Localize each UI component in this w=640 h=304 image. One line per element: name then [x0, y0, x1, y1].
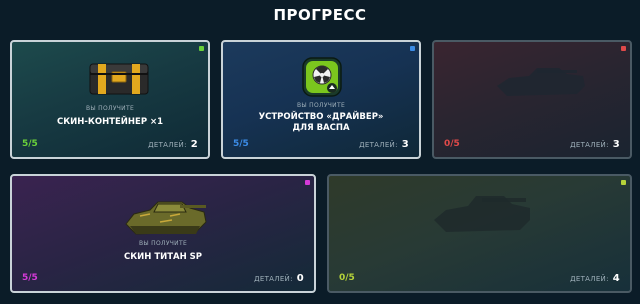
page-title: ПРОГРЕСС: [273, 6, 367, 24]
tank-silhouette-icon: [434, 196, 530, 232]
reward-name: УСТРОЙСТВО «ДРАЙВЕР» ДЛЯ ВАСПА: [258, 112, 384, 133]
receive-label: ВЫ ПОЛУЧИТЕ: [138, 240, 188, 247]
parts-count: ДЕТАЛЕЙ: 2: [148, 139, 198, 150]
status-dot: [199, 46, 204, 51]
driver-device-icon: [302, 57, 342, 97]
reward-name: СКИН-КОНТЕЙНЕР ×1: [56, 117, 164, 127]
progress-card-skin-container[interactable]: ВЫ ПОЛУЧИТЕ СКИН-КОНТЕЙНЕР ×1 5/5 ДЕТАЛЕ…: [10, 40, 210, 159]
progress-counter: 5/5: [22, 273, 38, 283]
progress-card-locked-tank[interactable]: 0/5 ДЕТАЛЕЙ: 3: [432, 40, 632, 159]
progress-counter: 5/5: [22, 139, 38, 149]
progress-counter: 0/5: [444, 139, 460, 149]
parts-count: ДЕТАЛЕЙ: 0: [254, 273, 304, 284]
parts-count: ДЕТАЛЕЙ: 3: [570, 139, 620, 150]
status-dot: [621, 46, 626, 51]
progress-card-locked-tank[interactable]: 0/5 ДЕТАЛЕЙ: 4: [327, 174, 632, 293]
parts-count: ДЕТАЛЕЙ: 3: [359, 139, 409, 150]
status-dot: [305, 180, 310, 185]
receive-label: ВЫ ПОЛУЧИТЕ: [85, 105, 135, 112]
progress-card-driver-device[interactable]: ВЫ ПОЛУЧИТЕ УСТРОЙСТВО «ДРАЙВЕР» ДЛЯ ВАС…: [221, 40, 421, 159]
reward-name: СКИН ТИТАН SP: [123, 252, 203, 262]
titan-sp-tank-icon: [125, 201, 207, 235]
progress-counter: 5/5: [233, 139, 249, 149]
skin-container-icon: [89, 63, 149, 95]
receive-label: ВЫ ПОЛУЧИТЕ: [296, 102, 346, 109]
progress-counter: 0/5: [339, 273, 355, 283]
progress-card-titan-sp-skin[interactable]: ВЫ ПОЛУЧИТЕ СКИН ТИТАН SP 5/5 ДЕТАЛЕЙ: 0: [10, 174, 316, 293]
tank-silhouette-icon: [497, 68, 585, 96]
status-dot: [410, 46, 415, 51]
status-dot: [621, 180, 626, 185]
parts-count: ДЕТАЛЕЙ: 4: [570, 273, 620, 284]
